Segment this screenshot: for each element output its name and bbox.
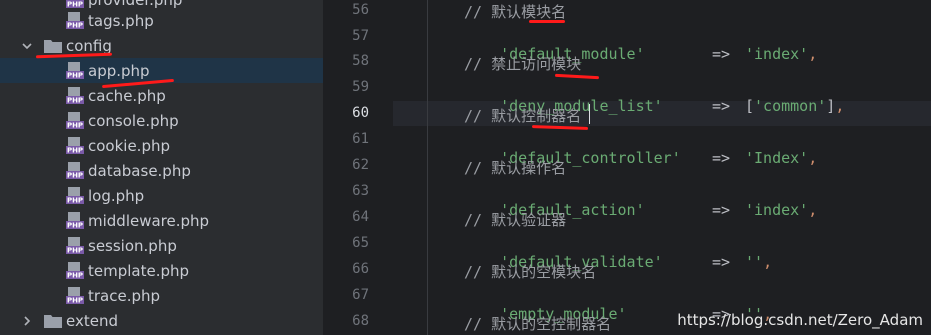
svg-text:PHP: PHP [67, 0, 83, 8]
tree-item-label: cookie.php [88, 136, 171, 155]
tree-item-label: config [66, 36, 112, 55]
tree-item-label: log.php [88, 186, 145, 205]
code-comment: // 默认验证器 [464, 211, 567, 229]
panel-divider[interactable] [323, 0, 333, 335]
svg-text:PHP: PHP [67, 271, 83, 279]
line-number: 59 [352, 79, 369, 95]
line-number: 56 [352, 2, 369, 18]
folder-icon [44, 39, 62, 53]
tree-item-label: session.php [88, 236, 177, 255]
tree-item-label: extend [66, 311, 118, 330]
tree-item-label: app.php [88, 61, 150, 80]
code-comment: // 默认控制器名 [464, 107, 582, 125]
code-comment: // 默认的空控制器名 [464, 315, 612, 333]
php-file-icon: PHP [66, 186, 84, 205]
tree-file-log[interactable]: PHP log.php [0, 183, 323, 208]
comma: , [808, 201, 818, 219]
arrow-operator: => [712, 149, 731, 167]
svg-text:PHP: PHP [67, 171, 83, 179]
line-number: 57 [352, 28, 369, 44]
arrow-operator: => [712, 97, 731, 115]
svg-text:PHP: PHP [67, 246, 83, 254]
tree-item-label: tags.php [88, 11, 154, 30]
tree-file-console[interactable]: PHP console.php [0, 108, 323, 133]
code-editor[interactable]: 56 57 58 59 60 61 62 63 64 65 66 67 68 /… [333, 0, 931, 335]
tree-file-database[interactable]: PHP database.php [0, 158, 323, 183]
line-number: 58 [352, 53, 369, 69]
arrow-operator: => [712, 45, 731, 63]
code-comment: // 禁止访问模块 [464, 55, 582, 73]
config-value: 'Index' [745, 149, 809, 167]
php-file-icon: PHP [66, 61, 84, 80]
tree-file-session[interactable]: PHP session.php [0, 233, 323, 258]
open-bracket: [ [745, 97, 755, 115]
php-file-icon: PHP [66, 11, 84, 30]
chevron-right-icon[interactable] [20, 314, 34, 328]
tree-item-label: trace.php [88, 286, 161, 305]
close-bracket: ] [826, 97, 836, 115]
project-tree: PHP provider.php PHP tags.php config PHP… [0, 0, 323, 335]
watermark: https://blog.csdn.net/Zero_Adam [677, 311, 923, 329]
comma: , [835, 97, 845, 115]
tree-file-cache[interactable]: PHP cache.php [0, 83, 323, 108]
comma: , [808, 149, 818, 167]
svg-text:PHP: PHP [67, 196, 83, 204]
line-number: 63 [352, 183, 369, 199]
svg-text:PHP: PHP [67, 146, 83, 154]
arrow-operator: => [712, 253, 731, 271]
svg-text:PHP: PHP [67, 21, 83, 29]
folder-icon [44, 314, 62, 328]
tree-item-label: cache.php [88, 86, 166, 105]
arrow-operator: => [712, 201, 731, 219]
php-file-icon: PHP [66, 86, 84, 105]
code-comment: // 默认操作名 [464, 159, 567, 177]
config-value: 'common' [754, 97, 827, 115]
line-number: 62 [352, 157, 369, 173]
svg-text:PHP: PHP [67, 96, 83, 104]
line-number-gutter: 56 57 58 59 60 61 62 63 64 65 66 67 68 [333, 0, 393, 335]
svg-text:PHP: PHP [67, 121, 83, 129]
php-file-icon: PHP [66, 236, 84, 255]
php-file-icon: PHP [66, 111, 84, 130]
code-comment: // 默认模块名 [464, 3, 567, 21]
line-number: 64 [352, 209, 369, 225]
red-underline-mark [529, 20, 565, 23]
tree-folder-extend[interactable]: extend [0, 308, 323, 333]
line-number: 60 [352, 105, 369, 121]
code-comment: // 默认的空模块名 [464, 263, 597, 281]
tree-file-middleware[interactable]: PHP middleware.php [0, 208, 323, 233]
php-file-icon: PHP [66, 211, 84, 230]
tree-item-label: template.php [88, 261, 190, 280]
comma: , [763, 253, 773, 271]
tree-item-label: middleware.php [88, 211, 210, 230]
php-file-icon: PHP [66, 261, 84, 280]
php-file-icon: PHP [66, 136, 84, 155]
config-value: 'index' [745, 201, 809, 219]
line-number: 65 [352, 235, 369, 251]
svg-text:PHP: PHP [67, 296, 83, 304]
tree-file-trace[interactable]: PHP trace.php [0, 283, 323, 308]
line-number: 61 [352, 131, 369, 147]
indent-guide [427, 0, 428, 335]
tree-file-tags[interactable]: PHP tags.php [0, 8, 323, 33]
config-value: '' [745, 253, 764, 271]
tree-file-template[interactable]: PHP template.php [0, 258, 323, 283]
line-number: 67 [352, 287, 369, 303]
php-file-icon: PHP [66, 161, 84, 180]
chevron-down-icon[interactable] [20, 39, 34, 53]
line-number: 68 [352, 313, 369, 329]
tree-item-label: console.php [88, 111, 179, 130]
line-number: 66 [352, 261, 369, 277]
tree-file-cookie[interactable]: PHP cookie.php [0, 133, 323, 158]
config-value: 'index' [745, 45, 809, 63]
comma: , [808, 45, 818, 63]
svg-text:PHP: PHP [67, 221, 83, 229]
svg-text:PHP: PHP [67, 71, 83, 79]
php-file-icon: PHP [66, 286, 84, 305]
tree-item-label: database.php [88, 161, 191, 180]
text-caret [589, 104, 590, 124]
